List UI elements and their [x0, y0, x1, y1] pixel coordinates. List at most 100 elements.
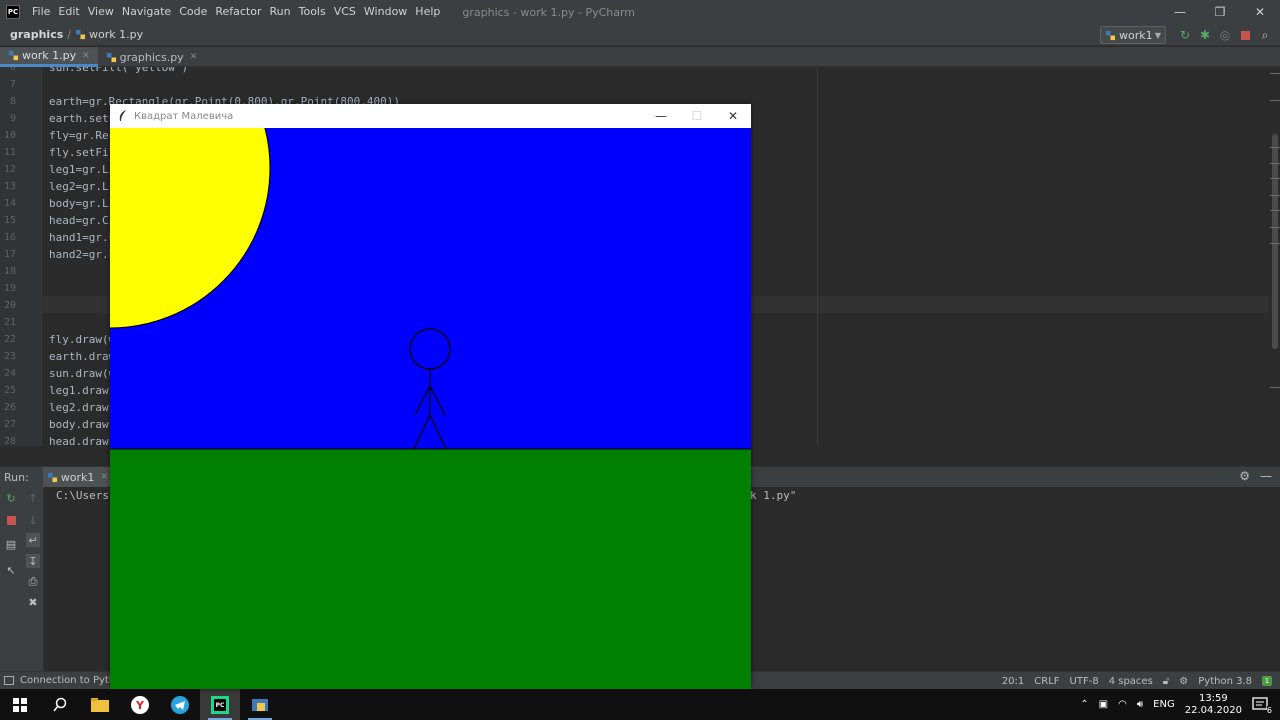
code-line[interactable]: sun.setFill('yellow'): [49, 67, 188, 76]
code-line[interactable]: body=gr.Li: [49, 195, 115, 212]
line-number: 19: [3, 283, 16, 294]
run-header-tools: ⚙ —: [1239, 469, 1272, 483]
scroll-to-end-icon[interactable]: ↧: [26, 554, 40, 568]
clock[interactable]: 13:59 22.04.2020: [1185, 693, 1242, 717]
tool-windows-icon[interactable]: [4, 676, 14, 685]
menu-window[interactable]: Window: [360, 0, 411, 24]
line-number: 22: [3, 334, 16, 345]
scrollbar-thumb[interactable]: [1272, 134, 1278, 349]
breadcrumb-file[interactable]: work 1.py: [75, 28, 143, 41]
layout-icon[interactable]: ▤: [4, 537, 18, 551]
graphics-window-title: Квадрат Малевича: [134, 110, 234, 122]
menu-edit[interactable]: Edit: [54, 0, 83, 24]
code-line[interactable]: leg2=gr.Li: [49, 178, 115, 195]
file-explorer-button[interactable]: [80, 689, 120, 720]
run-tab-work1[interactable]: work1 ✕: [42, 466, 112, 488]
code-line[interactable]: fly.draw(w: [49, 331, 115, 348]
close-button[interactable]: ✕: [1240, 0, 1280, 24]
stop-icon[interactable]: [1238, 28, 1252, 42]
line-separator[interactable]: CRLF: [1034, 676, 1059, 687]
run-config-dropdown[interactable]: work1 ▼: [1100, 26, 1166, 44]
stop-icon[interactable]: [4, 513, 18, 527]
wifi-icon[interactable]: ◠: [1118, 699, 1127, 710]
status-message[interactable]: Connection to Pytho: [20, 675, 121, 686]
menu-view[interactable]: View: [84, 0, 118, 24]
yandex-browser-button[interactable]: Y: [120, 689, 160, 720]
pycharm-taskbar-button[interactable]: PC: [200, 689, 240, 720]
code-line[interactable]: fly=gr.Rec: [49, 127, 115, 144]
menu-help[interactable]: Help: [411, 0, 444, 24]
graphics-close-button[interactable]: ✕: [715, 104, 751, 128]
print-icon[interactable]: ⎙: [26, 575, 40, 589]
scroll-marker: [1270, 147, 1280, 148]
menu-file[interactable]: File: [28, 0, 54, 24]
code-line[interactable]: hand1=gr.L: [49, 229, 115, 246]
event-log-badge[interactable]: 1: [1262, 676, 1272, 686]
rerun-icon[interactable]: ↻: [1178, 28, 1192, 42]
search-button[interactable]: [40, 689, 80, 720]
python-taskbar-button[interactable]: [240, 689, 280, 720]
soft-wrap-icon[interactable]: ↵: [26, 533, 40, 547]
caret-position[interactable]: 20:1: [1002, 676, 1024, 687]
python-interpreter[interactable]: Python 3.8: [1198, 676, 1252, 687]
code-line[interactable]: leg1.draw(: [49, 382, 115, 399]
pycharm-logo-icon[interactable]: PC: [6, 5, 20, 19]
close-icon[interactable]: ✕: [100, 472, 108, 482]
code-line[interactable]: leg2.draw(: [49, 399, 115, 416]
code-line[interactable]: head.draw(: [49, 433, 115, 446]
maximize-icon: ☐: [691, 109, 703, 123]
editor-scrollbar[interactable]: [1268, 67, 1280, 446]
arrow-up-icon[interactable]: ↑: [26, 491, 40, 505]
menu-run[interactable]: Run: [266, 0, 295, 24]
code-line[interactable]: body.draw(: [49, 416, 115, 433]
trash-icon[interactable]: ✖: [26, 595, 40, 609]
menu-vcs[interactable]: VCS: [330, 0, 360, 24]
code-line[interactable]: hand2=gr.L: [49, 246, 115, 263]
start-button[interactable]: [0, 689, 40, 720]
close-icon[interactable]: ✕: [82, 51, 90, 61]
code-line[interactable]: leg1=gr.Li: [49, 161, 115, 178]
menu-tools[interactable]: Tools: [295, 0, 330, 24]
line-number: 18: [3, 266, 16, 277]
breadcrumb-project[interactable]: graphics: [10, 28, 63, 41]
minimize-button[interactable]: —: [1160, 0, 1200, 24]
code-line[interactable]: fly.setFil: [49, 144, 115, 161]
python-file-icon: [47, 472, 57, 482]
graphics-maximize-button[interactable]: ☐: [679, 104, 715, 128]
menu-refactor[interactable]: Refactor: [211, 0, 265, 24]
code-line[interactable]: earth.setF: [49, 110, 115, 127]
hide-panel-icon[interactable]: —: [1260, 469, 1272, 483]
tab-work1[interactable]: work 1.py ✕: [0, 47, 98, 67]
menu-code[interactable]: Code: [175, 0, 211, 24]
folder-icon: [91, 697, 109, 712]
coverage-icon[interactable]: ◎: [1218, 28, 1232, 42]
notifications-button[interactable]: 6: [1252, 696, 1272, 715]
network-icon[interactable]: ▣: [1099, 699, 1108, 710]
indent-setting[interactable]: 4 spaces: [1109, 676, 1153, 687]
graphics-minimize-button[interactable]: —: [643, 104, 679, 128]
windows-logo-icon: [13, 697, 27, 712]
maximize-button[interactable]: ❐: [1200, 0, 1240, 24]
menu-navigate[interactable]: Navigate: [118, 0, 175, 24]
code-line[interactable]: sun.draw(w: [49, 365, 115, 382]
code-line[interactable]: head=gr.Ci: [49, 212, 115, 229]
tab-graphics[interactable]: graphics.py ✕: [98, 47, 206, 67]
gear-icon[interactable]: ⚙: [1239, 469, 1250, 483]
language-indicator[interactable]: ENG: [1153, 699, 1175, 710]
status-left: Connection to Pytho: [4, 675, 121, 686]
code-line[interactable]: earth.draw: [49, 348, 115, 365]
rerun-icon[interactable]: ↻: [4, 491, 18, 505]
search-everywhere-icon[interactable]: ⌕: [1258, 28, 1272, 42]
graphics-window-titlebar[interactable]: Квадрат Малевича — ☐ ✕: [110, 104, 751, 128]
chevron-up-icon[interactable]: ⌃: [1080, 699, 1088, 710]
close-icon[interactable]: ✕: [190, 52, 198, 62]
arrow-down-icon[interactable]: ↓: [26, 513, 40, 527]
pin-icon[interactable]: ↖: [4, 563, 18, 577]
debug-icon[interactable]: ✱: [1198, 28, 1212, 42]
telegram-button[interactable]: [160, 689, 200, 720]
file-encoding[interactable]: UTF-8: [1070, 676, 1099, 687]
lock-icon[interactable]: 🔓︎: [1163, 676, 1169, 687]
graphics-window[interactable]: Квадрат Малевича — ☐ ✕: [110, 104, 751, 689]
volume-icon[interactable]: 🔊︎: [1137, 699, 1143, 710]
graphics-canvas[interactable]: [110, 128, 751, 689]
